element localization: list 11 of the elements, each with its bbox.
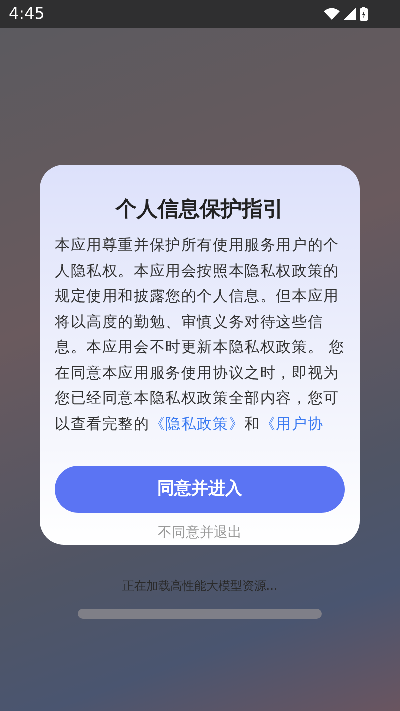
status-time: 4:45 [9, 3, 45, 25]
policy-link[interactable]: 《隐私政策》 [150, 414, 245, 432]
privacy-text: 本应用尊重并保护所有使用服务用户的个人隐私权。本应用会按照本隐私权政策的规定使用和披露您的个人信息。但本应用将以高度的勤勉、审慎义务对待这些信息。本应用会不时更新本隐私权政策。 您在同意本应用服务使用协议之时，即视为您已经同意本隐私权政策全部内容，您可以查看完整的《隐私政策》和《用户协 [55, 235, 345, 434]
agree-button[interactable]: 同意并进入 [55, 466, 345, 513]
wifi-icon [324, 8, 340, 20]
loading-text: 正在加载高性能大模型资源... [122, 578, 278, 595]
battery-icon [360, 7, 368, 21]
signal-icon [344, 8, 356, 20]
decline-button[interactable]: 不同意并退出 [158, 523, 242, 544]
dialog-title: 个人信息保护指引 [116, 196, 284, 223]
policy-link[interactable]: 《用户协 [260, 414, 324, 432]
